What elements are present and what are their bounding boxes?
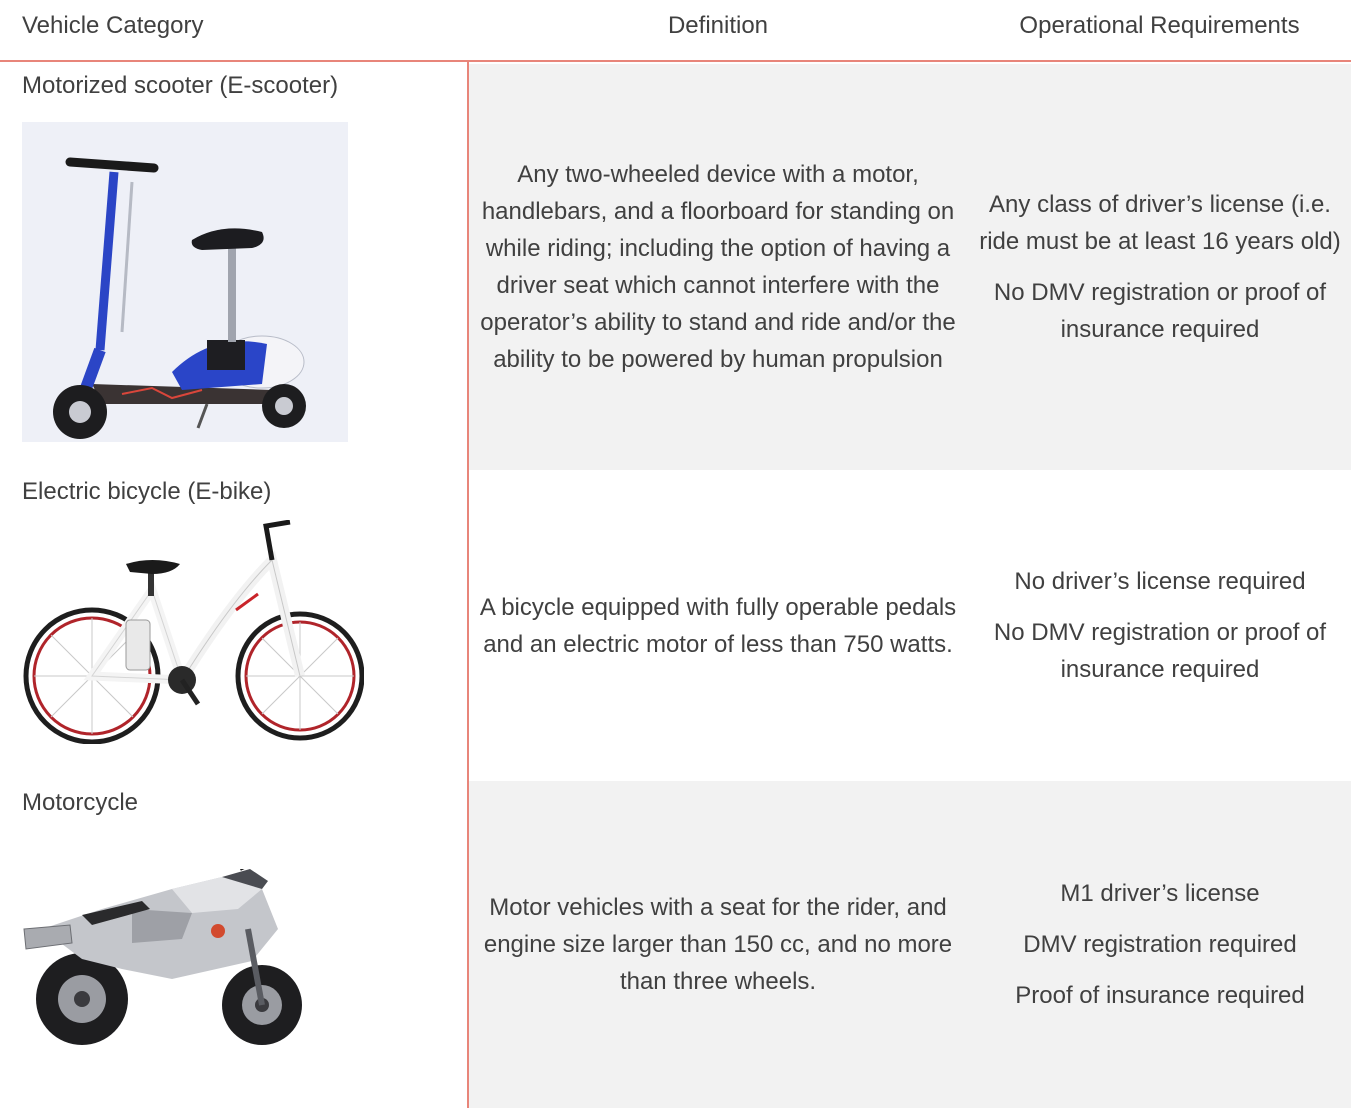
requirements-list: M1 driver’s license DMV registration req… <box>975 781 1345 1108</box>
requirement-item: DMV registration required <box>1023 931 1297 958</box>
vehicle-comparison-table: Vehicle Category Definition Operational … <box>0 0 1351 1108</box>
requirement-item: No DMV registration or proof of insuranc… <box>993 279 1327 343</box>
requirements-list: Any class of driver’s license (i.e. ride… <box>975 64 1345 470</box>
definition-text: Any two-wheeled device with a motor, han… <box>480 161 956 373</box>
requirement-item: No driver’s license required <box>1014 568 1306 595</box>
table-row-e-bike: Electric bicycle (E-bike) A bicycle equi… <box>0 470 1351 781</box>
category-label: Motorized scooter (E-scooter) <box>22 72 339 99</box>
definition-text: A bicycle equipped with fully operable p… <box>479 593 957 658</box>
table-row-motorcycle: Motorcycle Motor vehicles with a seat fo… <box>0 781 1351 1108</box>
header-vehicle-category: Vehicle Category <box>22 12 204 39</box>
requirement-item: No DMV registration or proof of insuranc… <box>993 619 1327 683</box>
category-label: Electric bicycle (E-bike) <box>22 478 272 505</box>
requirement-item: M1 driver’s license <box>1060 880 1260 907</box>
motorcycle-photo <box>22 869 314 1049</box>
table-header: Vehicle Category Definition Operational … <box>0 0 1351 62</box>
category-label: Motorcycle <box>22 789 139 816</box>
definition-text: Motor vehicles with a seat for the rider… <box>483 894 953 995</box>
requirements-list: No driver’s license required No DMV regi… <box>975 470 1345 781</box>
e-bike-photo <box>22 520 364 744</box>
requirement-item: Proof of insurance required <box>1015 982 1305 1009</box>
requirement-item: Any class of driver’s license (i.e. ride… <box>979 191 1341 255</box>
table-row-e-scooter: Motorized scooter (E-scooter) Any two-wh… <box>0 64 1351 470</box>
header-definition: Definition <box>667 12 769 39</box>
e-scooter-photo <box>22 122 348 442</box>
header-operational-requirements: Operational Requirements <box>1019 12 1300 39</box>
